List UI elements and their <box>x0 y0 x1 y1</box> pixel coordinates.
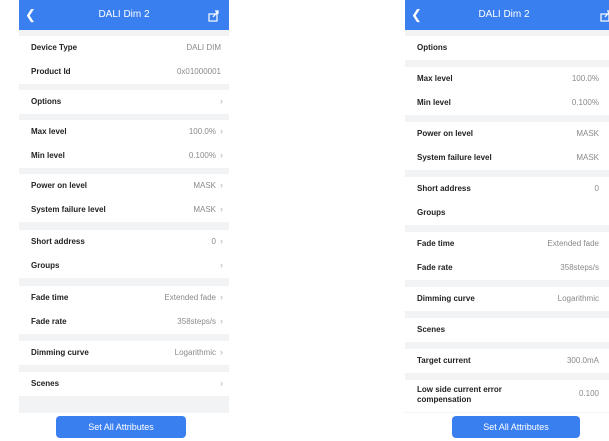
chevron-right-icon: › <box>220 292 223 302</box>
row-label: Min level <box>31 151 65 160</box>
chevron-right-icon: › <box>220 236 223 246</box>
settings-screen-left: ❮ DALI Dim 2 Device Type DALI DIM Produc… <box>19 0 229 441</box>
row-groups[interactable]: Groups <box>405 201 609 225</box>
row-label: Max level <box>31 127 67 136</box>
row-low-side-current-error-compensation[interactable]: Low side current error compensation 0.10… <box>405 380 609 412</box>
chevron-right-icon: › <box>220 96 223 106</box>
chevron-right-icon: › <box>220 180 223 190</box>
row-value: MASK <box>576 129 599 138</box>
row-label: Product Id <box>31 67 71 76</box>
row-label: Power on level <box>31 181 88 190</box>
row-label: Short address <box>417 184 471 193</box>
row-label: Fade rate <box>417 263 453 272</box>
row-value: Extended fade <box>164 293 216 302</box>
row-label: Target current <box>417 356 471 365</box>
row-label: Scenes <box>31 379 60 388</box>
row-label: Groups <box>31 261 60 270</box>
row-value: 0.100% <box>571 98 599 107</box>
set-all-attributes-button[interactable]: Set All Attributes <box>452 416 580 438</box>
chevron-right-icon: › <box>220 150 223 160</box>
row-scenes[interactable]: Scenes › <box>19 372 229 396</box>
row-system-failure-level[interactable]: System failure level MASK › <box>19 198 229 222</box>
row-scenes[interactable]: Scenes <box>405 318 609 342</box>
row-label: Groups <box>417 208 446 217</box>
row-value: MASK <box>193 181 216 190</box>
row-label: Fade rate <box>31 317 67 326</box>
set-all-attributes-button[interactable]: Set All Attributes <box>56 416 186 438</box>
row-max-level[interactable]: Max level 100.0% <box>405 67 609 91</box>
row-target-current[interactable]: Target current 300.0mA <box>405 349 609 373</box>
row-fade-time[interactable]: Fade time Extended fade <box>405 232 609 256</box>
row-value: 0.100 <box>578 389 599 398</box>
row-label: Options <box>417 43 448 52</box>
row-label: Short address <box>31 237 85 246</box>
row-value: 0 <box>594 184 599 193</box>
row-fade-time[interactable]: Fade time Extended fade › <box>19 286 229 310</box>
row-power-on-level[interactable]: Power on level MASK <box>405 122 609 146</box>
row-power-on-level[interactable]: Power on level MASK › <box>19 174 229 198</box>
row-options[interactable]: Options › <box>19 90 229 114</box>
row-value: 100.0% <box>571 74 599 83</box>
row-label: Dimming curve <box>31 348 89 357</box>
row-label: System failure level <box>31 205 106 214</box>
row-product-id: Product Id 0x01000001 <box>19 60 229 84</box>
row-value: 358steps/s <box>177 317 216 326</box>
row-label: Options <box>31 97 62 106</box>
page-title: DALI Dim 2 <box>98 9 150 20</box>
chevron-right-icon: › <box>220 260 223 270</box>
chevron-right-icon: › <box>220 378 223 388</box>
settings-screen-right: ❮ DALI Dim 2 Options Max level 100.0% Mi… <box>405 0 609 441</box>
row-value: MASK <box>193 205 216 214</box>
chevron-right-icon: › <box>220 126 223 136</box>
row-label: Device Type <box>31 43 78 52</box>
row-min-level[interactable]: Min level 0.100% › <box>19 144 229 168</box>
row-options[interactable]: Options <box>405 36 609 60</box>
row-dimming-curve[interactable]: Dimming curve Logarithmic › <box>19 341 229 365</box>
row-value: 0x01000001 <box>176 67 221 76</box>
row-device-type: Device Type DALI DIM <box>19 36 229 60</box>
row-fade-rate[interactable]: Fade rate 358steps/s <box>405 256 609 280</box>
row-value: Logarithmic <box>174 348 216 357</box>
row-value: DALI DIM <box>186 43 221 52</box>
row-label: System failure level <box>417 153 492 162</box>
row-groups[interactable]: Groups › <box>19 254 229 278</box>
row-label: Scenes <box>417 325 446 334</box>
title-bar: ❮ DALI Dim 2 <box>19 0 229 30</box>
row-value: 100.0% <box>188 127 216 136</box>
chevron-right-icon: › <box>220 347 223 357</box>
row-label: Fade time <box>31 293 69 302</box>
share-icon[interactable] <box>207 8 221 22</box>
row-fade-rate[interactable]: Fade rate 358steps/s › <box>19 310 229 334</box>
row-short-address[interactable]: Short address 0 <box>405 177 609 201</box>
title-bar: ❮ DALI Dim 2 <box>405 0 609 30</box>
row-label: Max level <box>417 74 453 83</box>
row-label: Low side current error compensation <box>417 385 502 404</box>
row-value: 358steps/s <box>560 263 599 272</box>
row-label: Fade time <box>417 239 455 248</box>
row-value: 0 <box>211 237 216 246</box>
row-system-failure-level[interactable]: System failure level MASK <box>405 146 609 170</box>
footer-bar: Set All Attributes <box>405 413 609 441</box>
chevron-right-icon: › <box>220 204 223 214</box>
row-value: 0.100% <box>188 151 216 160</box>
row-value: Extended fade <box>547 239 599 248</box>
share-icon[interactable] <box>599 8 609 22</box>
row-label: Min level <box>417 98 451 107</box>
row-value: Logarithmic <box>557 294 599 303</box>
row-value: MASK <box>576 153 599 162</box>
row-dimming-curve[interactable]: Dimming curve Logarithmic <box>405 287 609 311</box>
chevron-right-icon: › <box>220 316 223 326</box>
row-max-level[interactable]: Max level 100.0% › <box>19 120 229 144</box>
row-label: Dimming curve <box>417 294 475 303</box>
row-min-level[interactable]: Min level 0.100% <box>405 91 609 115</box>
row-label: Power on level <box>417 129 474 138</box>
footer-bar: Set All Attributes <box>19 413 229 441</box>
row-value: 300.0mA <box>566 356 599 365</box>
page-title: DALI Dim 2 <box>478 9 530 20</box>
row-short-address[interactable]: Short address 0 › <box>19 230 229 254</box>
